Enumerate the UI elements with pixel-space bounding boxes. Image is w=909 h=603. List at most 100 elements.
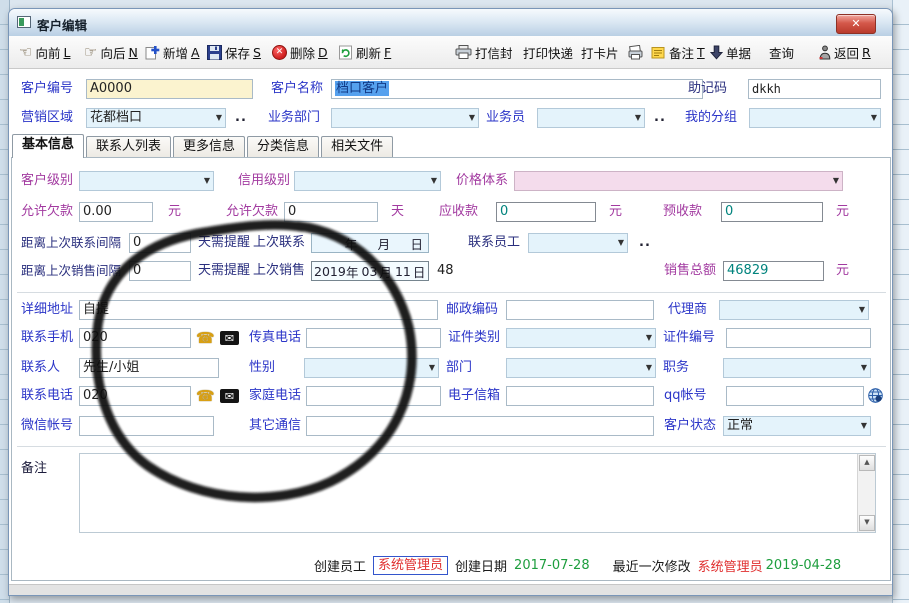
notes-scrollbar[interactable]: ▲ ▼ [857,454,875,532]
sale-interval-input[interactable]: 0 [129,261,191,281]
scroll-down-button[interactable]: ▼ [859,515,875,531]
gender-select[interactable]: ▼ [304,358,439,378]
mobile-input[interactable]: 020 [79,328,191,348]
tab-basic-info[interactable]: 基本信息 [12,134,84,158]
scroll-up-button[interactable]: ▲ [859,455,875,471]
total-sales-input[interactable]: 46829 [723,261,824,281]
tab-contact-list[interactable]: 联系人列表 [86,136,171,158]
contact-person-value: 先生/小姐 [83,360,139,375]
contact-staff-browse-button[interactable]: .. [639,233,651,253]
titlebar[interactable]: 客户编辑 ✕ [9,9,892,37]
business-dept-select[interactable]: ▼ [331,108,479,128]
wechat-input[interactable] [79,416,214,436]
print-card-button[interactable]: 打卡片 [579,40,621,64]
qq-globe-icon[interactable] [868,388,883,407]
my-group-select[interactable]: ▼ [749,108,881,128]
contact-interval-label: 距离上次联系间隔 [21,233,121,253]
fax-input[interactable] [306,328,441,348]
delete-icon: ✕ [272,45,287,60]
copy-print-button[interactable] [625,40,649,64]
phone-dial-icon[interactable]: ☎ [196,386,215,406]
qq-input[interactable] [726,386,864,406]
qq-label: qq帐号 [664,386,707,406]
print-envelope-button[interactable]: 打信封 [453,40,515,64]
mobile-value: 020 [83,330,108,345]
sms-envelope-icon[interactable]: ✉ [220,331,239,345]
notes-text [82,456,855,530]
contact-person-input[interactable]: 先生/小姐 [79,358,219,378]
total-sales-label: 销售总额 [664,261,716,281]
chevron-down-icon: ▼ [859,301,865,319]
receivable-value: 0 [500,204,508,219]
allow-debt-amount-input[interactable]: 0.00 [79,202,153,222]
dialog-bottom-edge [9,584,892,595]
tab-category-info[interactable]: 分类信息 [247,136,319,158]
refresh-button[interactable]: 刷新F [336,40,393,64]
print-envelope-label: 打信封 [475,43,513,62]
mnemonic-input[interactable]: dkkh [748,79,881,99]
marketing-area-select[interactable]: 花都档口▼ [86,108,226,128]
allow-debt-days-label: 允许欠款 [226,202,278,222]
other-comm-input[interactable] [306,416,654,436]
delete-button[interactable]: ✕ 删除D [270,40,330,64]
documents-button[interactable]: 单据 [708,40,753,64]
address-input[interactable]: 自提 [79,300,438,320]
last-contact-date[interactable]: 年 月 日 [311,233,429,253]
next-button[interactable]: ☞ 向后N [82,40,140,64]
id-no-input[interactable] [726,328,871,348]
customer-level-select[interactable]: ▼ [79,171,214,191]
documents-label: 单据 [726,43,751,62]
chevron-down-icon: ▼ [646,359,652,377]
credit-level-label: 信用级别 [238,171,290,191]
new-button[interactable]: 新增A [143,40,202,64]
note-button[interactable]: 备注T [649,40,707,64]
allow-debt-days-value: 0 [288,204,296,219]
customer-edit-dialog: 客户编辑 ✕ ☜ 向前L ☞ 向后N 新增A 保存S ✕ 删除D [8,8,893,596]
marketing-area-browse-button[interactable]: .. [235,108,247,128]
save-floppy-icon [207,45,222,60]
id-type-select[interactable]: ▼ [506,328,656,348]
status-select[interactable]: 正常▼ [723,416,871,436]
tab-more-info[interactable]: 更多信息 [173,136,245,158]
tab-related-files[interactable]: 相关文件 [321,136,393,158]
tab-strip: 基本信息 联系人列表 更多信息 分类信息 相关文件 [12,135,395,158]
created-by-label: 创建员工 [314,556,366,575]
credit-level-select[interactable]: ▼ [294,171,441,191]
price-system-select[interactable]: ▼ [514,171,843,191]
last-sale-date[interactable]: 2019年 03月 11日 [311,261,429,281]
delete-x-glyph: ✕ [276,47,284,57]
allow-debt-days-input[interactable]: 0 [284,202,378,222]
advance-input[interactable]: 0 [721,202,823,222]
sms-envelope-icon[interactable]: ✉ [220,389,239,403]
screen: 客户编辑 ✕ ☜ 向前L ☞ 向后N 新增A 保存S ✕ 删除D [0,0,909,603]
agent-select[interactable]: ▼ [719,300,869,320]
prev-button[interactable]: ☜ 向前L [17,40,72,64]
print-express-button[interactable]: 打印快递 [521,40,575,64]
query-label: 查询 [769,43,794,62]
query-button[interactable]: 查询 [767,40,796,64]
postal-input[interactable] [506,300,654,320]
position-select[interactable]: ▼ [723,358,871,378]
customer-no-input[interactable]: A0000 [86,79,253,99]
save-button[interactable]: 保存S [205,40,263,64]
salesman-select[interactable]: ▼ [537,108,645,128]
chevron-down-icon: ▼ [429,359,435,377]
dept-select[interactable]: ▼ [506,358,656,378]
receivable-input[interactable]: 0 [496,202,596,222]
email-input[interactable] [506,386,654,406]
month-unit: 月 [379,262,392,281]
contact-interval-input[interactable]: 0 [129,233,191,253]
contact-staff-select[interactable]: ▼ [528,233,628,253]
marketing-area-value: 花都档口 [90,110,142,125]
notes-textarea[interactable]: ▲ ▼ [79,453,876,533]
return-button[interactable]: 返回R [817,40,873,64]
advance-label: 预收款 [663,202,702,222]
contact-interval-value: 0 [133,235,141,250]
close-button[interactable]: ✕ [836,14,876,34]
home-phone-input[interactable] [306,386,441,406]
customer-name-input[interactable]: 档口客户 [331,79,703,99]
salesman-browse-button[interactable]: .. [654,108,666,128]
phone-input[interactable]: 020 [79,386,191,406]
chevron-down-icon: ▼ [861,359,867,377]
phone-dial-icon[interactable]: ☎ [196,328,215,348]
